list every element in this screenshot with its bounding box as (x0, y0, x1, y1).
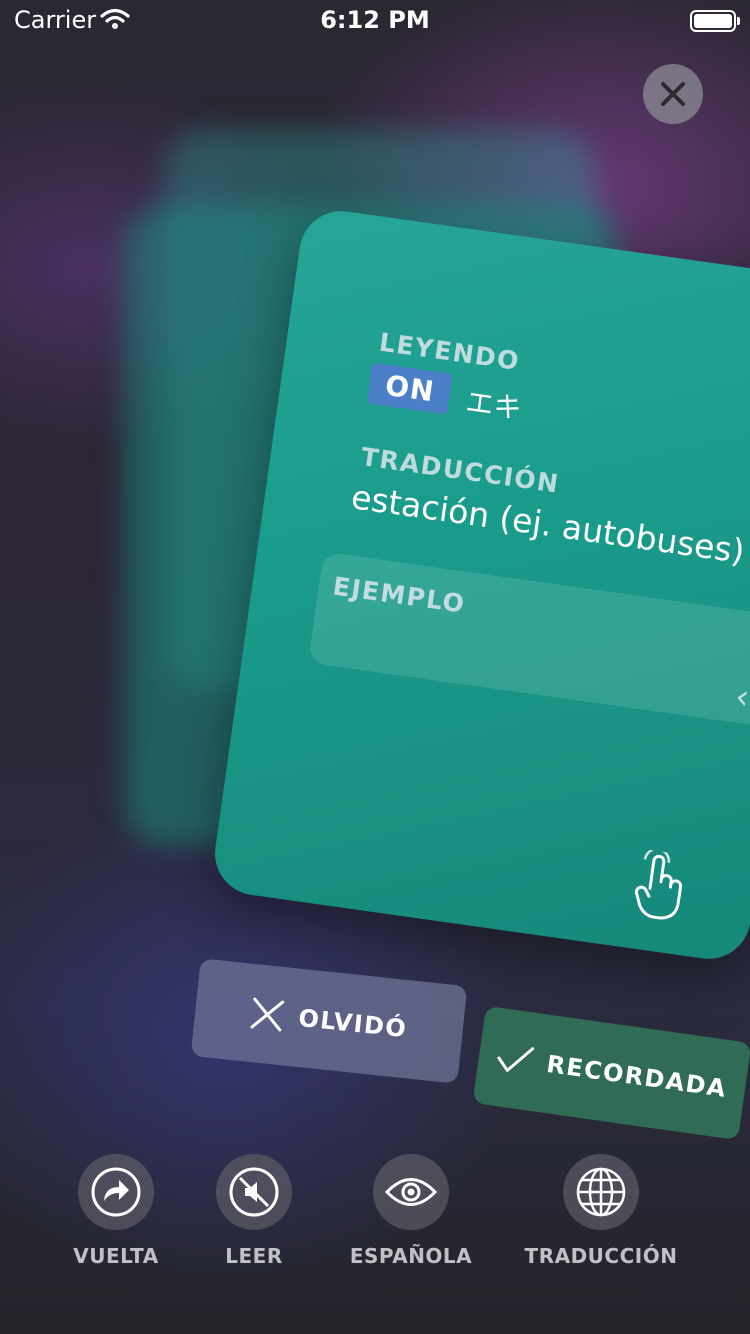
remembered-label: RECORDADA (544, 1049, 729, 1103)
toolbar-translation[interactable]: TRADUCCIÓN (521, 1150, 681, 1268)
close-button[interactable] (643, 64, 703, 124)
speaker-muted-icon (216, 1154, 292, 1230)
chevron-left-icon[interactable]: ‹ (733, 677, 750, 719)
toolbar-spanish[interactable]: ESPAÑOLA (331, 1150, 491, 1268)
status-bar: Carrier 6:12 PM (0, 0, 750, 40)
example-label: EJEMPLO (331, 571, 468, 619)
reading-toggle[interactable]: ON (366, 362, 453, 415)
toolbar-read[interactable]: LEER (174, 1150, 334, 1268)
bottom-toolbar: VUELTA LEER ESPAÑOLA TRADUCCIÓN (0, 1150, 750, 1290)
checkmark-icon (497, 1047, 535, 1072)
x-icon (250, 997, 285, 1032)
forgot-label: OLVIDÓ (297, 1003, 409, 1044)
clock: 6:12 PM (320, 6, 430, 34)
toolbar-label: ESPAÑOLA (349, 1244, 473, 1268)
toolbar-label: LEER (225, 1244, 283, 1268)
reading-value: エキ (463, 385, 524, 426)
close-icon (661, 82, 685, 106)
flip-arrow-icon (78, 1154, 154, 1230)
flashcard[interactable]: LEYENDO ON エキ TRADUCCIÓN estación (ej. a… (209, 205, 750, 965)
toolbar-flip[interactable]: VUELTA (36, 1150, 196, 1268)
eye-icon (373, 1154, 449, 1230)
toolbar-label: VUELTA (73, 1244, 159, 1268)
battery-icon (690, 10, 740, 32)
globe-icon (563, 1154, 639, 1230)
tap-hand-icon (627, 847, 693, 929)
example-section[interactable]: EJEMPLO ‹ (308, 551, 750, 735)
toolbar-label: TRADUCCIÓN (524, 1244, 678, 1268)
